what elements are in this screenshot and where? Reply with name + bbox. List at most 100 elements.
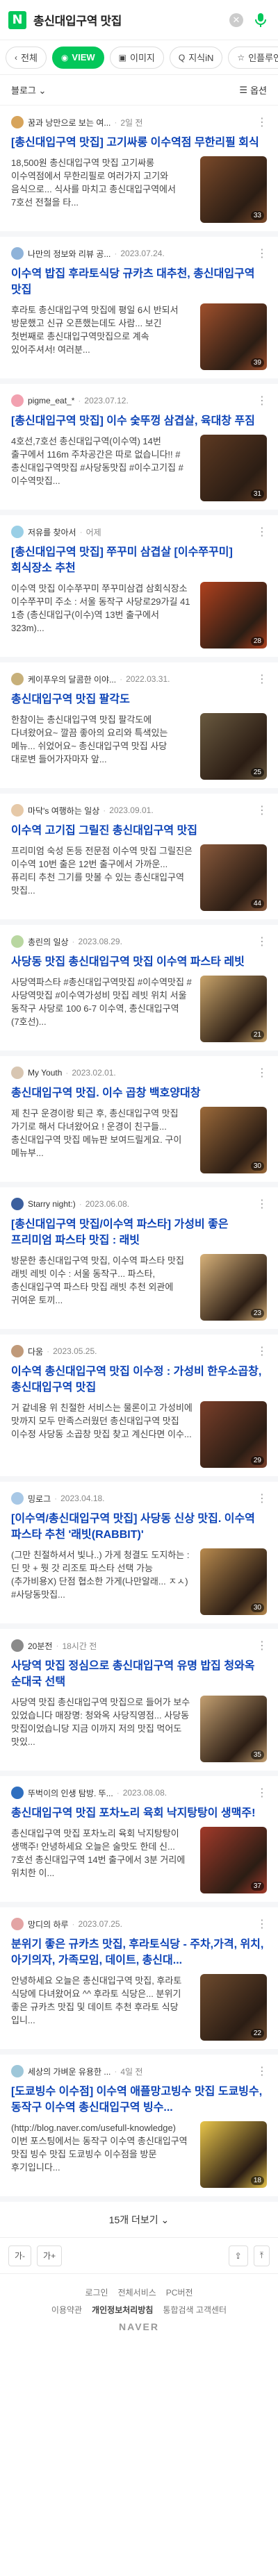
more-options-icon[interactable]: ⋮ <box>256 1066 268 1080</box>
more-options-icon[interactable]: ⋮ <box>256 525 268 539</box>
author-name[interactable]: 케이푸우의 달콤한 이야... <box>28 674 116 685</box>
more-options-icon[interactable]: ⋮ <box>256 1639 268 1653</box>
result-item[interactable]: 20분전 · 18시간 전 ⋮ 사당역 맛집 정심으로 총신대입구역 유명 밥집… <box>0 1629 278 1776</box>
author-name[interactable]: Starry night:) <box>28 1199 76 1209</box>
result-title[interactable]: 분위기 좋은 규카츠 맛집, 후라토식당 - 주차,가격, 위치, 아기의자, … <box>11 1937 267 1968</box>
tab-kin[interactable]: Q 지식iN <box>169 46 223 69</box>
result-item[interactable]: 저유를 찾아서 · 어제 ⋮ [총신대입구역 맛집] 쭈꾸미 삼겹살 [이수쭈꾸… <box>0 515 278 662</box>
more-options-icon[interactable]: ⋮ <box>256 1491 268 1505</box>
result-item[interactable]: 망디의 하루 · 2023.07.25. ⋮ 분위기 좋은 규카츠 맛집, 후라… <box>0 1907 278 2055</box>
result-snippet[interactable]: 한참이는 총신대입구역 맛집 팔각도에 다녀왔어요~ 깔끔 좋아의 요리와 특색… <box>11 713 193 766</box>
result-item[interactable]: 총린의 일상 · 2023.08.29. ⋮ 사당동 맛집 총신대입구역 맛집 … <box>0 925 278 1056</box>
more-options-icon[interactable]: ⋮ <box>256 246 268 260</box>
result-item[interactable]: Starry night:) · 2023.06.08. ⋮ [총신대입구역 맛… <box>0 1187 278 1335</box>
tab-influencer[interactable]: ☆인플루언서 <box>228 46 278 69</box>
result-snippet[interactable]: 안녕하세요 오늘은 총신대입구역 맛집, 후라토 식당에 다녀왔어요 ^^ 후라… <box>11 1974 193 2027</box>
more-options-icon[interactable]: ⋮ <box>256 1786 268 1800</box>
author-avatar[interactable] <box>11 247 24 260</box>
tab-images[interactable]: ▣ 이미지 <box>109 46 164 69</box>
scroll-top-icon[interactable]: ⤒ <box>253 2245 270 2266</box>
result-thumbnail[interactable]: 39 <box>200 303 267 370</box>
author-avatar[interactable] <box>11 394 24 407</box>
result-item[interactable]: 꿈과 낭만으로 보는 여... · 2일 전 ⋮ [총신대입구역 맛집] 고기싸… <box>0 106 278 237</box>
help-center-link[interactable]: 통합검색 고객센터 <box>163 2304 227 2316</box>
all-services-link[interactable]: 전체서비스 <box>118 2286 156 2298</box>
result-thumbnail[interactable]: 33 <box>200 156 267 223</box>
font-increase-button[interactable]: 가+ <box>37 2245 63 2266</box>
more-options-icon[interactable]: ⋮ <box>256 803 268 817</box>
login-link[interactable]: 로그인 <box>85 2286 108 2298</box>
author-avatar[interactable] <box>11 1067 24 1079</box>
result-item[interactable]: 케이푸우의 달콤한 이야... · 2022.03.31. ⋮ 총신대입구역 맛… <box>0 662 278 794</box>
terms-link[interactable]: 이용약관 <box>51 2304 82 2316</box>
author-name[interactable]: 꿈과 낭만으로 보는 여... <box>28 117 111 128</box>
more-options-icon[interactable]: ⋮ <box>256 672 268 686</box>
result-title[interactable]: [총신대입구역 맛집] 고기싸롱 이수역점 무한리필 회식 <box>11 135 267 151</box>
result-title[interactable]: 사당동 맛집 총신대입구역 맛집 이수역 파스타 레빗 <box>11 954 267 970</box>
author-name[interactable]: 저유를 찾아서 <box>28 526 76 538</box>
search-query[interactable]: 총신대입구역 맛집 <box>33 11 229 28</box>
more-options-icon[interactable]: ⋮ <box>256 935 268 948</box>
result-item[interactable]: My Youth · 2023.02.01. ⋮ 총신대입구역 맛집. 이수 곱… <box>0 1056 278 1187</box>
result-item[interactable]: 마닥's 여행하는 일상 · 2023.09.01. ⋮ 이수역 고기집 그릴진… <box>0 794 278 925</box>
author-avatar[interactable] <box>11 804 24 817</box>
result-snippet[interactable]: 총신대입구역 맛집 포차노리 육회 낙지탕탕이 생맥주! 안녕하세요 오늘은 술… <box>11 1827 193 1880</box>
author-name[interactable]: 망디의 하루 <box>28 1918 69 1930</box>
naver-logo[interactable]: N <box>8 10 26 29</box>
result-thumbnail[interactable]: 30 <box>200 1107 267 1173</box>
more-options-icon[interactable]: ⋮ <box>256 1197 268 1211</box>
author-name[interactable]: 뚜벅이의 인생 탐방. 뚜... <box>28 1787 113 1799</box>
result-snippet[interactable]: 사당역파스타 #총신대입구역맛집 #이수역맛집 #사당역맛집 #이수역가성비 맛… <box>11 976 193 1028</box>
author-name[interactable]: 나만의 정보와 리뷰 공... <box>28 248 111 260</box>
result-item[interactable]: pigme_eat_* · 2023.07.12. ⋮ [총신대입구역 맛집] … <box>0 384 278 515</box>
result-snippet[interactable]: 프리미엄 숙성 돈등 전문점 이수역 맛집 그릴진은 이수역 10번 출은 12… <box>11 844 193 897</box>
author-name[interactable]: 마닥's 여행하는 일상 <box>28 805 99 817</box>
result-thumbnail[interactable]: 30 <box>200 1548 267 1615</box>
result-title[interactable]: 총신대입구역 맛집. 이수 곱창 백호양대창 <box>11 1085 267 1101</box>
tab-all[interactable]: ‹ 전체 <box>6 46 47 69</box>
result-title[interactable]: 이수역 고기집 그릴진 총신대입구역 맛집 <box>11 823 267 839</box>
result-thumbnail[interactable]: 37 <box>200 1827 267 1893</box>
result-thumbnail[interactable]: 21 <box>200 976 267 1042</box>
result-snippet[interactable]: (http://blog.naver.com/usefull-knowledge… <box>11 2121 193 2174</box>
result-title[interactable]: 이수역 총신대입구역 맛집 이수정 : 가성비 한우소곱창, 총신대입구역 맛집 <box>11 1364 267 1396</box>
result-item[interactable]: 세상의 가벼운 유용한 ... · 4일 전 ⋮ [도쿄빙수 이수점] 이수역 … <box>0 2055 278 2202</box>
result-snippet[interactable]: 18,500원 총신대입구역 맛집 고기싸롱 이수역점에서 무한리필로 여러가지… <box>11 156 193 209</box>
result-item[interactable]: 밍로그 · 2023.04.18. ⋮ [이수역/총신대입구역 맛집] 사당동 … <box>0 1482 278 1629</box>
author-avatar[interactable] <box>11 1639 24 1652</box>
result-title[interactable]: [총신대입구역 맛집/이수역 파스타] 가성비 좋은 프리미엄 파스타 맛집 :… <box>11 1216 267 1248</box>
author-avatar[interactable] <box>11 1787 24 1799</box>
options-button[interactable]: ☰ 옵션 <box>239 83 267 97</box>
result-title[interactable]: [총신대입구역 맛집] 쭈꾸미 삼겹살 [이수쭈꾸미] 회식장소 추천 <box>11 544 267 576</box>
result-title[interactable]: 총신대입구역 맛집 포차노리 육회 낙지탕탕이 생맥주! <box>11 1805 267 1821</box>
result-snippet[interactable]: (그만 친절하셔서 빛나..) 가게 청결도 도지하는 : 딘 맛 + 뭣 갓 … <box>11 1548 193 1601</box>
result-snippet[interactable]: 거 같네용 위 친절한 서비스는 물론이고 가성비에 맛까지 모두 만족스러웠던… <box>11 1401 193 1454</box>
author-avatar[interactable] <box>11 935 24 948</box>
author-avatar[interactable] <box>11 2065 24 2077</box>
privacy-link[interactable]: 개인정보처리방침 <box>92 2304 153 2316</box>
result-snippet[interactable]: 후라토 총신대입구역 맛집에 평일 6시 반되서 방문했고 신규 오픈했는데도 … <box>11 303 193 356</box>
author-avatar[interactable] <box>11 1198 24 1210</box>
more-options-icon[interactable]: ⋮ <box>256 1344 268 1358</box>
result-snippet[interactable]: 사당역 맛집 총신대입구역 맛집으로 들어가 보수 있었습니다 매장명: 청와옥… <box>11 1696 193 1748</box>
share-icon[interactable]: ⇪ <box>228 2245 248 2266</box>
author-avatar[interactable] <box>11 673 24 685</box>
author-name[interactable]: pigme_eat_* <box>28 396 74 405</box>
author-avatar[interactable] <box>11 116 24 128</box>
result-item[interactable]: 뚜벅이의 인생 탐방. 뚜... · 2023.08.08. ⋮ 총신대입구역 … <box>0 1776 278 1907</box>
more-options-icon[interactable]: ⋮ <box>256 1917 268 1931</box>
result-title[interactable]: 총신대입구역 맛집 팔각도 <box>11 692 267 708</box>
result-title[interactable]: 사당역 맛집 정심으로 총신대입구역 유명 밥집 청와옥 순대국 선택 <box>11 1658 267 1690</box>
result-thumbnail[interactable]: 23 <box>200 1254 267 1321</box>
clear-icon[interactable]: ✕ <box>229 12 243 27</box>
result-snippet[interactable]: 방문한 총신대입구역 맛집, 이수역 파스타 맛집 래빗 레빗 이수 : 서울 … <box>11 1254 193 1307</box>
author-avatar[interactable] <box>11 1492 24 1505</box>
author-avatar[interactable] <box>11 526 24 538</box>
author-avatar[interactable] <box>11 1918 24 1930</box>
author-name[interactable]: 총린의 일상 <box>28 936 69 948</box>
microphone-icon[interactable] <box>252 11 270 29</box>
result-thumbnail[interactable]: 44 <box>200 844 267 911</box>
tab-view[interactable]: ◉ VIEW <box>51 46 104 69</box>
result-thumbnail[interactable]: 25 <box>200 713 267 780</box>
author-name[interactable]: My Youth <box>28 1068 62 1078</box>
